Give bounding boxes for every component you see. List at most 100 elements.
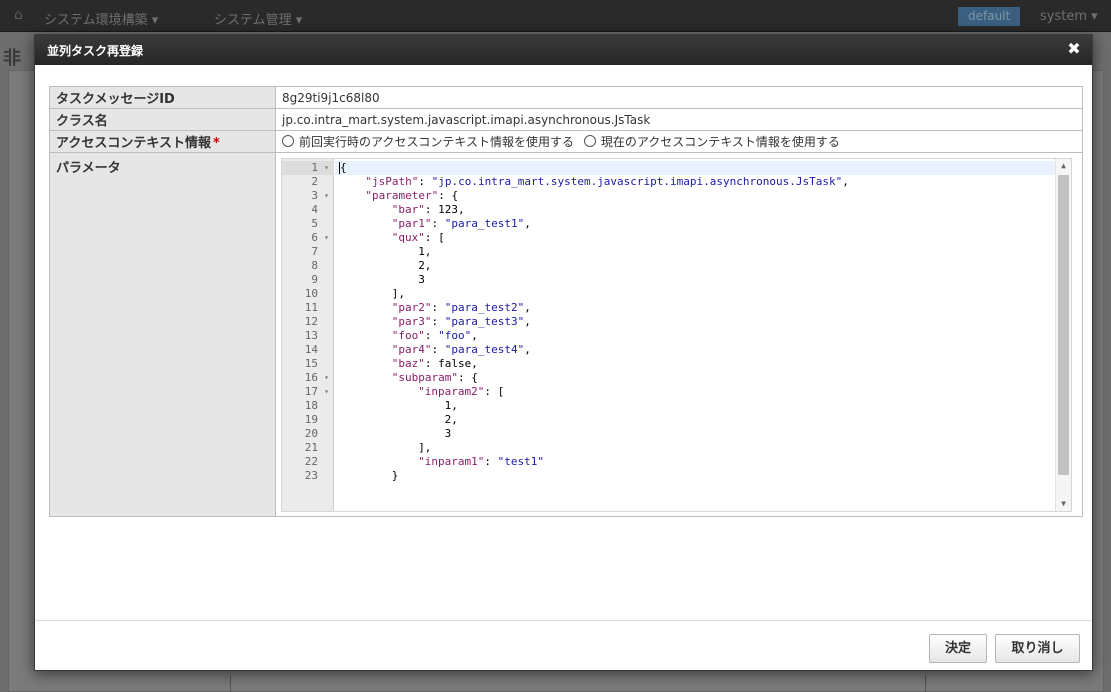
code-line: 3 [445,427,452,441]
json-token: : false, [424,357,478,370]
json-token: : [431,217,445,230]
json-token: } [391,469,399,482]
code-line: 2, [418,259,431,273]
json-token: 3 [444,427,452,440]
line-number-text: 12 [304,315,318,328]
code-line: "par2": "para_test2", [392,301,531,315]
radio-use-current-context[interactable]: 現在のアクセスコンテキスト情報を使用する [583,133,840,150]
fold-toggle-icon[interactable]: ▾ [324,189,329,203]
line-number-text: 22 [304,455,318,468]
line-number: 7 [282,245,334,259]
json-key: "inparam1" [418,455,485,468]
radio-label-current: 現在のアクセスコンテキスト情報を使用する [600,134,840,149]
json-token: 2, [444,413,458,426]
nav-menu-system-environment[interactable]: システム環境構築 ▾ [44,9,158,28]
json-key: "foo" [391,329,425,342]
radio-button-current[interactable] [583,135,596,148]
fold-toggle-icon[interactable]: ▾ [324,371,329,385]
line-number-text: 18 [304,399,318,412]
json-key: "par2" [391,301,432,314]
code-line: "jsPath": "jp.co.intra_mart.system.javas… [365,175,848,189]
scroll-down-icon[interactable]: ▼ [1056,497,1071,511]
nav-menu-system-admin[interactable]: システム管理 ▾ [214,9,302,28]
line-number: 19 [282,413,334,427]
form-row-access-context: アクセスコンテキスト情報 * 前回実行時のアクセスコンテキスト情報を使用する 現在… [49,130,1083,153]
line-number-text: 15 [304,357,318,370]
cancel-button[interactable]: 取り消し [995,634,1080,663]
access-context-label-cell: アクセスコンテキスト情報 * [49,130,276,153]
scrollbar-thumb[interactable] [1058,175,1069,475]
json-token: : [431,343,445,356]
json-string: "para_test2" [444,301,525,314]
code-line: } [392,469,399,483]
json-key: "subparam" [391,371,459,384]
dialog-header: 並列タスク再登録 ✖ [35,35,1092,65]
json-key: "qux" [391,231,425,244]
line-number: 1 ▾ [282,161,334,175]
code-line: "par4": "para_test4", [392,343,531,357]
json-key: "par4" [391,343,432,356]
json-token: , [524,217,531,230]
line-number: 3 ▾ [282,189,334,203]
line-number: 16 ▾ [282,371,334,385]
line-number-text: 5 [311,217,318,230]
code-line: "par3": "para_test3", [392,315,531,329]
json-token: , [524,315,531,328]
fold-toggle-icon[interactable]: ▾ [324,231,329,245]
dialog-title: 並列タスク再登録 [47,44,144,58]
json-token: 1, [444,399,458,412]
json-token: : [424,329,439,342]
json-token: : [431,301,445,314]
home-icon[interactable]: ⌂ [14,7,23,23]
form-row-class-name: クラス名 jp.co.intra_mart.system.javascript.… [49,108,1083,131]
line-number-text: 6 [311,231,318,244]
line-number-text: 9 [311,273,318,286]
json-token: { [340,161,347,174]
line-number: 18 [282,399,334,413]
code-line: "subparam": { [392,371,478,385]
task-message-id-value: 8g29ti9j1c68l80 [275,86,1083,109]
json-string: "foo" [438,329,472,342]
line-number: 20 [282,427,334,441]
line-number: 4 [282,203,334,217]
user-menu[interactable]: system ▾ [1040,9,1098,24]
code-line: "bar": 123, [392,203,465,217]
code-line: "baz": false, [392,357,478,371]
tenant-badge[interactable]: default [958,7,1021,26]
json-string: "test1" [497,455,545,468]
confirm-button[interactable]: 決定 [929,634,987,663]
json-token: : { [458,371,478,384]
radio-use-previous-context[interactable]: 前回実行時のアクセスコンテキスト情報を使用する [282,133,574,150]
line-number-text: 3 [311,189,318,202]
parameter-code-editor[interactable]: 1 ▾ 2 3 ▾ 4 5 6 ▾ 7 8 9 10 11 12 13 14 15 16 ▾ 17 ▾ 18 19 20 21 22… [281,158,1072,512]
scroll-up-icon[interactable]: ▲ [1056,159,1071,173]
line-number: 21 [282,441,334,455]
line-number: 23 [282,469,334,483]
required-mark: * [212,136,220,151]
top-navigation-bar: ⌂ システム環境構築 ▾ システム管理 ▾ default system ▾ [0,0,1111,32]
background-page-title: 非 [3,48,21,69]
line-number-text: 21 [304,441,318,454]
line-number-text: 17 [304,385,318,398]
json-token: : [484,455,498,468]
line-number: 8 [282,259,334,273]
task-message-id-label: タスクメッセージID [49,86,276,109]
json-string: "jp.co.intra_mart.system.javascript.imap… [431,175,843,188]
close-icon[interactable]: ✖ [1066,40,1082,58]
line-number: 22 [282,455,334,469]
editor-scrollbar[interactable]: ▲ ▼ [1055,159,1071,511]
code-text-area[interactable]: { "jsPath": "jp.co.intra_mart.system.java… [335,159,1055,511]
json-token: : [ [424,231,445,244]
code-line: { [339,161,347,175]
line-number: 14 [282,343,334,357]
fold-toggle-icon[interactable]: ▾ [324,385,329,399]
line-number-text: 13 [304,329,318,342]
radio-label-previous: 前回実行時のアクセスコンテキスト情報を使用する [299,134,575,149]
json-key: "par3" [391,315,432,328]
fold-toggle-icon[interactable]: ▾ [324,161,329,175]
line-number-text: 20 [304,427,318,440]
task-form-table: タスクメッセージID 8g29ti9j1c68l80 クラス名 jp.co.in… [49,86,1083,517]
reregister-task-dialog: 並列タスク再登録 ✖ タスクメッセージID 8g29ti9j1c68l80 クラ… [34,34,1093,671]
form-row-task-message-id: タスクメッセージID 8g29ti9j1c68l80 [49,86,1083,109]
radio-button-previous[interactable] [282,135,294,148]
